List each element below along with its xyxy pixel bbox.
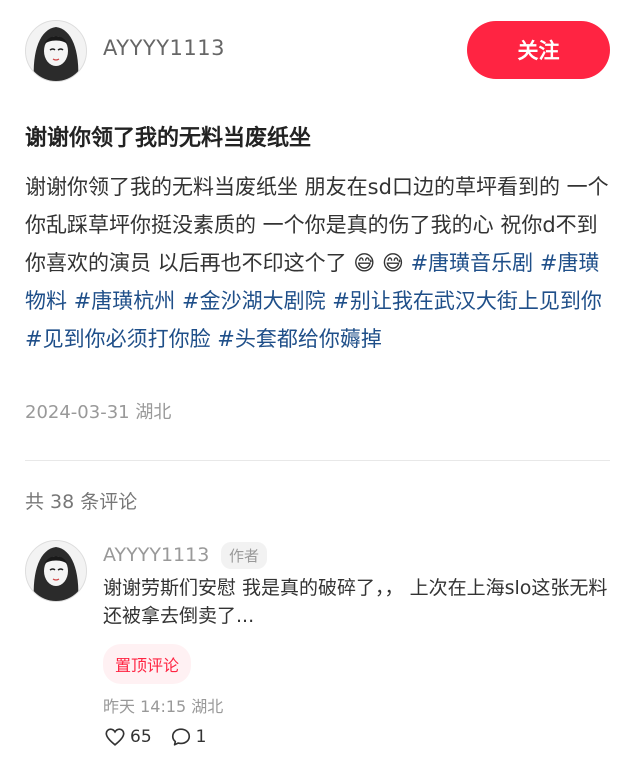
like-count: 65: [130, 727, 152, 747]
reply-button[interactable]: 1: [170, 726, 207, 748]
comment-actions: 65 1: [104, 726, 206, 748]
hashtag-link[interactable]: #别让我在武汉大街上见到你: [332, 289, 602, 313]
commenter-avatar[interactable]: [25, 540, 87, 602]
author-badge: 作者: [221, 542, 268, 569]
post-body: 谢谢你领了我的无料当废纸坐 朋友在sd口边的草坪看到的 一个你乱踩草坪你挺没素质…: [25, 168, 610, 358]
comment-bubble-icon: [171, 728, 190, 746]
avatar-illustration: [26, 541, 86, 601]
hashtag-link[interactable]: #唐璜杭州: [74, 289, 176, 313]
post-title: 谢谢你领了我的无料当废纸坐: [25, 126, 312, 151]
hashtag-link[interactable]: #见到你必须打你脸: [25, 327, 211, 351]
commenter-name[interactable]: AYYYY1113: [103, 544, 209, 566]
comment-text[interactable]: 谢谢劳斯们安慰 我是真的破碎了，， 上次在上海slo这张无料还被拿去倒卖了...: [103, 574, 613, 630]
comment-count: 共 38 条评论: [25, 491, 138, 513]
follow-button[interactable]: 关注: [467, 21, 610, 79]
comment-meta: 昨天 14:15 湖北: [103, 697, 224, 716]
post-header: AYYYY1113 关注: [0, 0, 622, 100]
hashtag-link[interactable]: #头套都给你薅掉: [217, 327, 382, 351]
author-name[interactable]: AYYYY1113: [103, 36, 225, 60]
post-date-location: 2024-03-31 湖北: [25, 402, 172, 423]
sweat-smile-emoji: 😅: [381, 251, 404, 275]
avatar-illustration: [26, 21, 86, 81]
comment-item: AYYYY1113 作者 谢谢劳斯们安慰 我是真的破碎了，， 上次在上海slo这…: [0, 530, 622, 764]
divider: [25, 460, 610, 461]
hashtag-link[interactable]: #金沙湖大剧院: [182, 289, 326, 313]
pinned-comment-badge: 置顶评论: [103, 644, 192, 684]
like-button[interactable]: 65: [104, 726, 152, 748]
heart-icon: [105, 728, 125, 746]
sweat-smile-emoji: 😅: [353, 251, 376, 275]
author-avatar[interactable]: [25, 20, 87, 82]
hashtag-link[interactable]: #唐璜音乐剧: [411, 251, 534, 275]
reply-count: 1: [195, 727, 207, 747]
